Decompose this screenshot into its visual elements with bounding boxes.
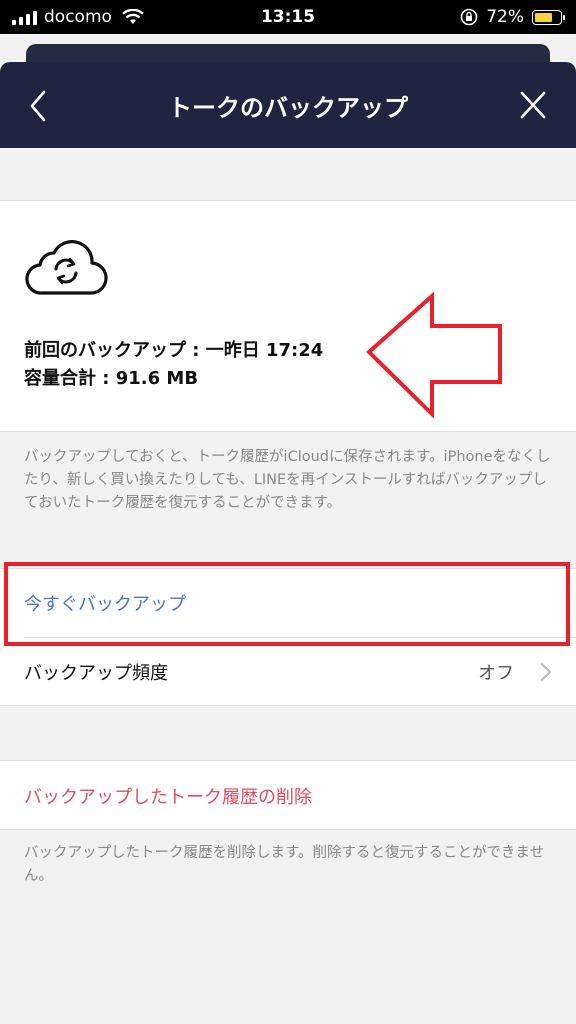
close-icon[interactable] <box>518 88 548 122</box>
page-title: トークのバックアップ <box>168 94 408 122</box>
delete-card: バックアップしたトーク履歴の削除 <box>0 760 576 830</box>
backup-frequency-label: バックアップ頻度 <box>24 663 168 684</box>
backup-description: バックアップしておくと、トーク履歴がiCloudに保存されます。iPhoneをな… <box>24 449 551 511</box>
orientation-lock-icon <box>460 8 478 26</box>
annotation-arrow-icon <box>366 292 502 418</box>
status-bar: docomo 13:15 72% <box>0 0 576 34</box>
last-backup-text: 前回のバックアップ : 一昨日 17:24 <box>24 340 324 361</box>
delete-description: バックアップしたトーク履歴を削除します。削除すると復元することができません。 <box>24 845 545 884</box>
cloud-sync-icon <box>25 240 108 295</box>
backup-frequency-row[interactable]: バックアップ頻度 オフ <box>24 638 576 706</box>
total-size-text: 容量合計 : 91.6 MB <box>24 368 199 389</box>
delete-backup-button[interactable]: バックアップしたトーク履歴の削除 <box>24 761 312 831</box>
nav-header: トークのバックアップ <box>0 62 576 148</box>
delete-backup-label: バックアップしたトーク履歴の削除 <box>24 787 312 808</box>
annotation-highlight-box <box>4 562 570 646</box>
battery-icon <box>532 9 565 25</box>
chevron-right-icon <box>540 662 552 682</box>
backup-info-text: 前回のバックアップ : 一昨日 17:24 容量合計 : 91.6 MB <box>24 337 323 393</box>
backup-frequency-value: オフ <box>478 663 514 684</box>
battery-percent: 72% <box>486 7 524 27</box>
